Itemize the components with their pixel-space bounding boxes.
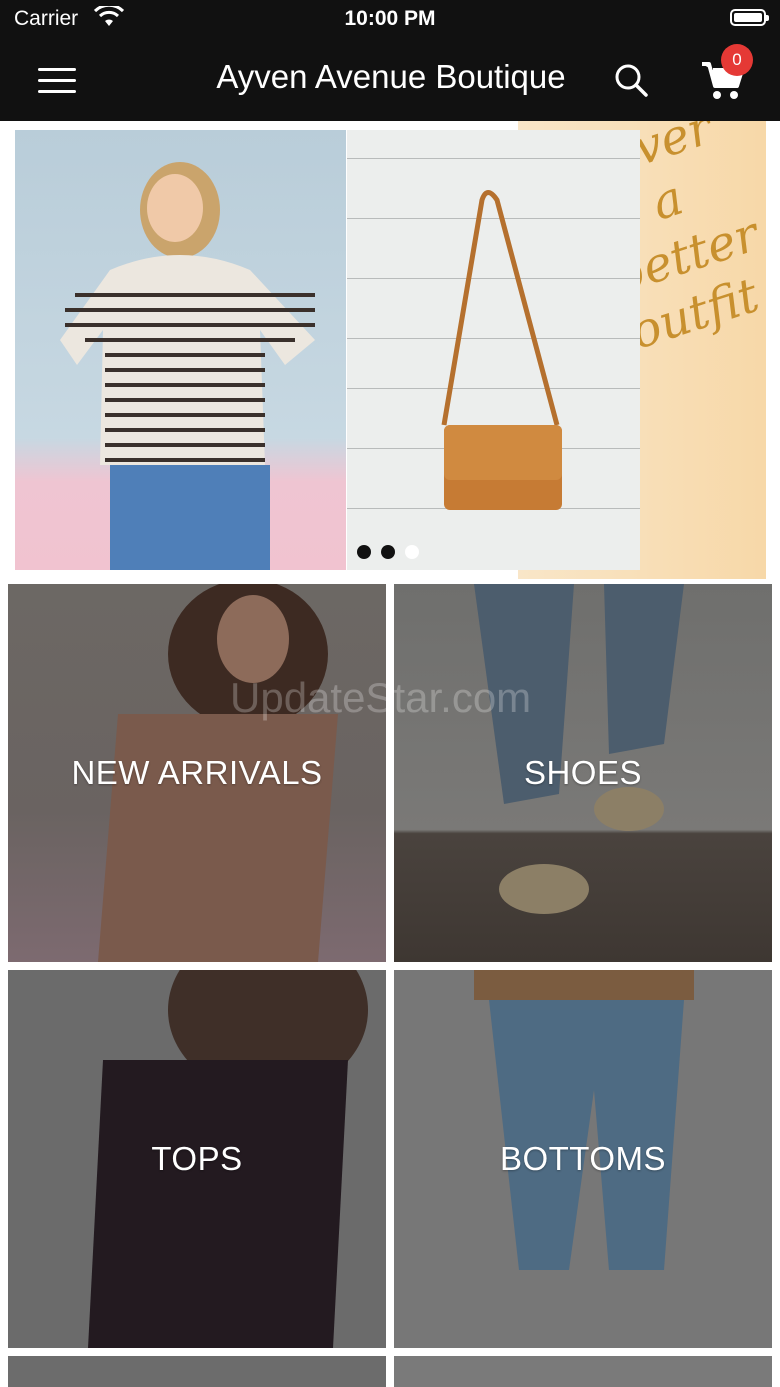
category-label: NEW ARRIVALS: [71, 754, 323, 791]
carousel-dot[interactable]: [405, 545, 419, 559]
carousel-dot[interactable]: [381, 545, 395, 559]
status-bar: Carrier 10:00 PM: [0, 0, 780, 40]
cart-count-badge: 0: [721, 44, 753, 76]
category-tile-next-right[interactable]: [394, 1356, 772, 1387]
search-icon[interactable]: [612, 61, 652, 101]
category-tile-shoes[interactable]: SHOES: [394, 584, 772, 962]
watermark-text: UpdateStar.com: [230, 674, 532, 721]
carousel-dots[interactable]: [357, 545, 419, 559]
category-tile-bottoms[interactable]: BOTTOMS: [394, 970, 772, 1348]
menu-button[interactable]: [38, 64, 78, 96]
carousel-dot[interactable]: [357, 545, 371, 559]
category-label: TOPS: [151, 1140, 243, 1177]
category-label: SHOES: [523, 754, 643, 791]
app-header: Ayven Avenue Boutique 0: [0, 40, 780, 121]
hero-image-model: [15, 130, 346, 570]
hero-image-bag: [347, 130, 640, 570]
battery-icon: [730, 9, 769, 26]
category-tile-new-arrivals[interactable]: NEW ARRIVALS: [8, 584, 386, 962]
app-title: Ayven Avenue Boutique: [216, 58, 566, 95]
clock: 10:00 PM: [344, 7, 436, 30]
category-tile-next-left[interactable]: [8, 1356, 386, 1387]
hero-banner[interactable]: never a better outfit: [0, 121, 780, 579]
category-label: BOTTOMS: [499, 1140, 667, 1177]
category-tile-tops[interactable]: TOPS: [8, 970, 386, 1348]
